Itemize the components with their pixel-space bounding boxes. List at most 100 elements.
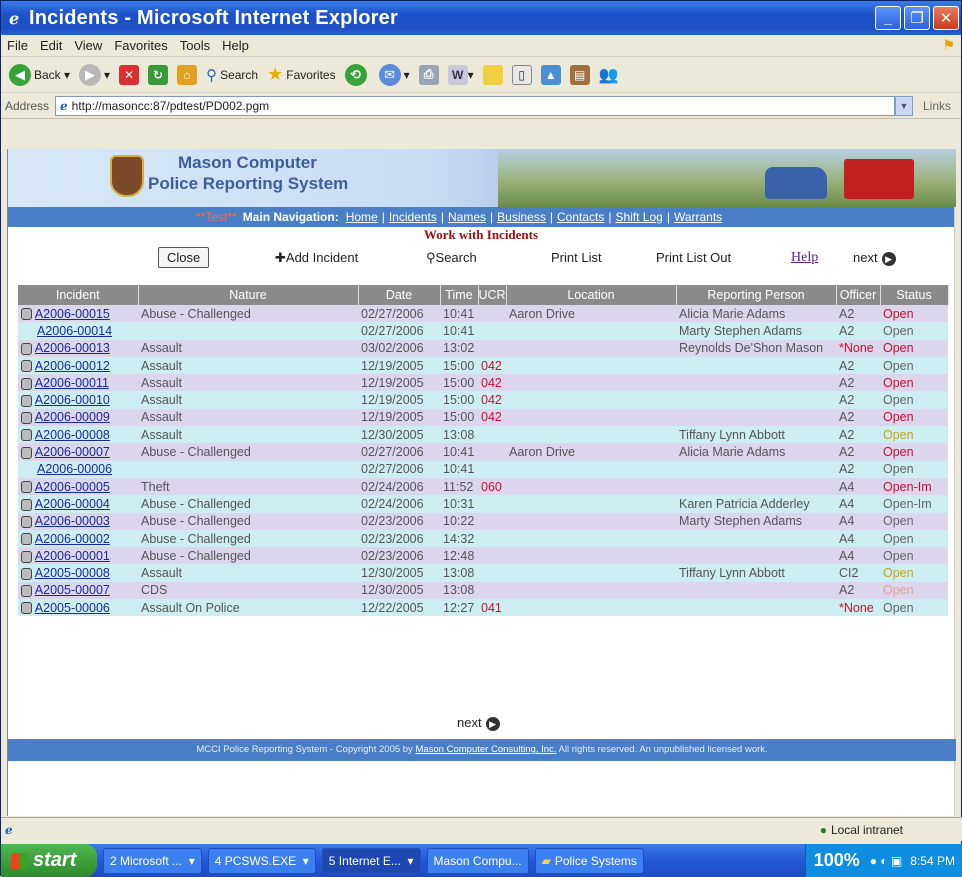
column-header-time[interactable]: Time <box>440 285 479 305</box>
history-button[interactable]: ⟲ <box>344 63 370 86</box>
incident-link[interactable]: A2006-00003 <box>35 514 110 528</box>
refresh-button[interactable]: ↻ <box>148 64 169 85</box>
incident-link[interactable]: A2006-00006 <box>37 462 112 476</box>
bottom-next-button[interactable]: next ▶ <box>457 715 500 731</box>
edit-button[interactable]: W ▾ <box>447 64 474 85</box>
mail-button[interactable]: ✉ ▾ <box>378 63 410 86</box>
links-button[interactable]: Links <box>923 99 951 113</box>
nav-names[interactable]: Names <box>448 210 486 224</box>
table-row[interactable]: A2006-00009 Assault 12/19/2005 15:00 042 A2 Op… <box>18 408 948 427</box>
help-link[interactable]: Help <box>791 250 818 266</box>
table-row[interactable]: A2006-00013 Assault 03/02/2006 13:02 Reynold… <box>18 339 948 357</box>
column-header-nature[interactable]: Nature <box>138 285 359 305</box>
task-mason-computer[interactable]: Mason Compu... <box>426 847 529 874</box>
table-row[interactable]: A2006-00003 Abuse - Challenged 02/23/2006 1… <box>18 512 948 530</box>
table-row[interactable]: A2006-00006 02/27/2006 10:41 A2 Open <box>18 460 948 478</box>
incident-link[interactable]: A2006-00014 <box>37 324 112 338</box>
incident-detail-icon[interactable] <box>21 446 32 459</box>
table-row[interactable]: A2006-00001 Abuse - Challenged 02/23/2006 1… <box>18 547 948 565</box>
home-button[interactable]: ⌂ <box>177 64 198 85</box>
incident-detail-icon[interactable] <box>21 498 32 511</box>
print-list-button[interactable]: Print List <box>551 250 602 265</box>
task-internet-explorer[interactable]: 5 Internet E... ▾ <box>321 847 421 874</box>
table-row[interactable]: A2006-00002 Abuse - Challenged 02/23/2006 1… <box>18 529 948 548</box>
stop-button[interactable]: ✕ <box>119 64 140 85</box>
forward-button[interactable]: ▶ ▾ <box>79 63 110 86</box>
nav-warrants[interactable]: Warrants <box>674 210 722 224</box>
cell-incident[interactable]: A2005-00006 <box>18 599 138 617</box>
nav-contacts[interactable]: Contacts <box>557 210 604 224</box>
add-incident-button[interactable]: ✚Add Incident <box>275 250 358 266</box>
table-row[interactable]: A2006-00011 Assault 12/19/2005 15:00 042 A2 Op… <box>18 374 948 392</box>
maximize-button[interactable]: ❐ <box>904 6 930 30</box>
close-page-button[interactable]: Close <box>158 247 210 268</box>
incident-link[interactable]: A2006-00007 <box>35 445 110 459</box>
incident-link[interactable]: A2006-00010 <box>35 393 110 407</box>
print-list-out-button[interactable]: Print List Out <box>656 250 731 265</box>
print-button[interactable]: ⎙ <box>418 64 439 85</box>
menu-tools[interactable]: Tools <box>180 38 210 53</box>
address-dropdown[interactable]: ▼ <box>894 95 913 116</box>
incident-detail-icon[interactable] <box>21 602 32 615</box>
close-button[interactable]: ✕ <box>933 6 959 30</box>
incident-detail-icon[interactable] <box>21 394 32 407</box>
research-button[interactable]: ▤ <box>569 64 590 85</box>
cell-incident[interactable]: A2006-00015 <box>18 305 138 323</box>
table-row[interactable]: A2006-00008 Assault 12/30/2005 13:08 Tiffany… <box>18 426 948 444</box>
task-pcsws[interactable]: 4 PCSWS.EXE ▾ <box>207 847 316 874</box>
footer-company-link[interactable]: Mason Computer Consulting, Inc. <box>415 744 556 755</box>
cell-incident[interactable]: A2006-00013 <box>18 339 138 357</box>
cell-incident[interactable]: A2006-00002 <box>18 529 138 548</box>
nav-business[interactable]: Business <box>497 210 546 224</box>
favorites-button[interactable]: ★ Favorites <box>267 64 336 85</box>
column-header-reporting-person[interactable]: Reporting Person <box>676 285 837 305</box>
table-row[interactable]: A2006-00005 Theft 02/24/2006 11:52 060 A4 Open… <box>18 477 948 496</box>
cell-incident[interactable]: A2006-00011 <box>18 374 138 392</box>
search-button[interactable]: ⚲ Search <box>206 66 258 84</box>
menu-edit[interactable]: Edit <box>40 38 62 53</box>
table-row[interactable]: A2006-00007 Abuse - Challenged 02/27/2006 1… <box>18 443 948 461</box>
column-header-date[interactable]: Date <box>358 285 441 305</box>
incident-link[interactable]: A2006-00015 <box>35 307 110 321</box>
incident-link[interactable]: A2006-00013 <box>35 341 110 355</box>
cell-incident[interactable]: A2006-00006 <box>18 460 138 478</box>
incident-detail-icon[interactable] <box>21 342 32 355</box>
nav-incidents[interactable]: Incidents <box>389 210 437 224</box>
title-bar[interactable]: ℯ Incidents - Microsoft Internet Explore… <box>1 1 961 35</box>
incident-link[interactable]: A2006-00008 <box>35 428 110 442</box>
cell-incident[interactable]: A2005-00007 <box>18 581 138 600</box>
column-header-status[interactable]: Status <box>880 285 949 305</box>
incident-detail-icon[interactable] <box>21 377 32 390</box>
column-header-location[interactable]: Location <box>506 285 677 305</box>
minimize-button[interactable]: _ <box>875 6 901 30</box>
incident-detail-icon[interactable] <box>21 585 32 598</box>
incident-link[interactable]: A2006-00001 <box>35 549 110 563</box>
incident-detail-icon[interactable] <box>21 360 32 373</box>
cell-incident[interactable]: A2006-00010 <box>18 391 138 409</box>
cell-incident[interactable]: A2006-00003 <box>18 512 138 530</box>
incident-detail-icon[interactable] <box>21 533 32 546</box>
incident-link[interactable]: A2006-00012 <box>35 359 110 373</box>
column-header-incident[interactable]: Incident <box>18 285 139 305</box>
incident-detail-icon[interactable] <box>21 308 32 321</box>
table-row[interactable]: A2006-00012 Assault 12/19/2005 15:00 042 A2 Op… <box>18 356 948 375</box>
incident-link[interactable]: A2005-00008 <box>35 566 110 580</box>
next-page-button[interactable]: next ▶ <box>853 250 896 266</box>
address-input[interactable]: ℯ http://masoncc:87/pdtest/PD002.pgm <box>55 95 895 116</box>
incident-link[interactable]: A2006-00009 <box>35 410 110 424</box>
nav-home[interactable]: Home <box>346 210 378 224</box>
nav-shift-log[interactable]: Shift Log <box>615 210 662 224</box>
table-row[interactable]: A2006-00010 Assault 12/19/2005 15:00 042 A2 Op… <box>18 391 948 409</box>
incident-detail-icon[interactable] <box>21 515 32 528</box>
incident-detail-icon[interactable] <box>21 412 32 425</box>
table-row[interactable]: A2005-00006 Assault On Police 12/22/2005 12… <box>18 599 948 617</box>
cell-incident[interactable]: A2006-00001 <box>18 547 138 565</box>
incident-link[interactable]: A2006-00004 <box>35 497 110 511</box>
menu-view[interactable]: View <box>74 38 102 53</box>
notes-button[interactable] <box>482 64 503 85</box>
image-button[interactable]: ▲ <box>540 64 561 85</box>
cell-incident[interactable]: A2006-00008 <box>18 426 138 444</box>
cell-incident[interactable]: A2006-00007 <box>18 443 138 461</box>
table-row[interactable]: A2006-00014 02/27/2006 10:41 Marty Stephen … <box>18 322 948 340</box>
incident-link[interactable]: A2006-00002 <box>35 532 110 546</box>
